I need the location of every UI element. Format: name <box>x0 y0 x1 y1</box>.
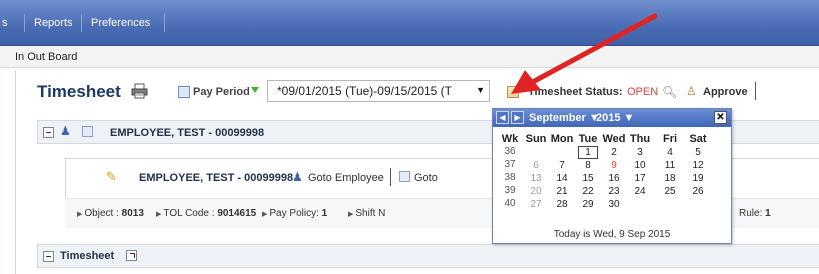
goto-schedule-link[interactable]: Goto Sc <box>414 172 438 184</box>
attribute-object: ▶ Object : 8013 <box>77 208 144 219</box>
calendar-day[interactable]: 21 <box>552 185 572 198</box>
calendar-day[interactable]: 25 <box>660 185 680 198</box>
attribute-tol-code: ▶ TOL Code : 9014615 <box>156 208 257 219</box>
previous-month-icon[interactable]: ◀ <box>496 111 509 124</box>
calendar-day[interactable]: 1 <box>578 146 598 159</box>
calendar-day[interactable]: 3 <box>630 146 650 159</box>
nav-separator <box>164 14 165 32</box>
approve-button[interactable]: Approve <box>703 86 748 98</box>
calendar-dow-wed: Wed <box>602 133 626 145</box>
calendar-day[interactable]: 20 <box>526 185 546 198</box>
sub-navigation-bar: In Out Board <box>0 46 819 68</box>
calendar-dow-thu: Thu <box>629 133 651 145</box>
pay-period-label: Pay Period <box>193 86 250 98</box>
calendar-day[interactable]: 27 <box>526 198 546 211</box>
nav-item-truncated[interactable]: s <box>2 17 8 29</box>
calendar-day[interactable]: 15 <box>578 172 598 185</box>
pay-period-select[interactable]: *09/01/2015 (Tue)-09/15/2015 (T ▼ <box>267 80 490 102</box>
calendar-dow-mon: Mon <box>550 133 574 145</box>
pencil-icon[interactable]: ✎ <box>106 169 117 185</box>
calendar-week-number: 36 <box>504 146 516 157</box>
close-icon[interactable]: ✕ <box>714 111 727 124</box>
timesheet-panel-heading: Timesheet <box>60 250 115 262</box>
chevron-down-icon: ▼ <box>476 85 485 95</box>
timesheet-panel-header <box>37 244 819 268</box>
calendar-week-number: 38 <box>504 172 516 183</box>
calendar-day[interactable]: 11 <box>660 159 680 172</box>
calendar-day[interactable]: 8 <box>578 159 598 172</box>
calendar-day[interactable]: 24 <box>630 185 650 198</box>
page-title: Timesheet <box>37 82 121 101</box>
subnav-in-out-board[interactable]: In Out Board <box>15 51 77 63</box>
calendar-today-footer[interactable]: Today is Wed, 9 Sep 2015 <box>493 229 731 240</box>
calendar-day[interactable]: 28 <box>552 198 572 211</box>
calendar-dow-tue: Tue <box>578 133 598 145</box>
pay-period-icon <box>178 86 190 98</box>
collapse-icon[interactable] <box>43 251 54 262</box>
calendar-week-header: Wk <box>501 133 519 145</box>
calendar-dow-fri: Fri <box>662 133 678 145</box>
calendar-day[interactable]: 17 <box>630 172 650 185</box>
attribute-pay-policy: ▶ Pay Policy: 1 <box>262 208 328 219</box>
calendar-dow-sun: Sun <box>525 133 547 145</box>
nav-item-reports[interactable]: Reports <box>34 17 73 29</box>
goto-schedule-icon[interactable] <box>399 171 410 182</box>
calendar-day[interactable]: 6 <box>526 159 546 172</box>
calendar-day[interactable]: 9 <box>604 159 624 172</box>
triangle-right-icon: ▶ <box>348 211 354 218</box>
next-month-icon[interactable]: ▶ <box>511 111 524 124</box>
goto-employee-link[interactable]: Goto Employee <box>308 172 384 184</box>
printer-icon[interactable] <box>131 83 148 99</box>
goto-employee-icon[interactable]: ♟ <box>292 170 303 184</box>
calendar-week-number: 37 <box>504 159 516 170</box>
calendar-week-number: 39 <box>504 185 516 196</box>
calendar-day[interactable]: 30 <box>604 198 624 211</box>
calendar-day[interactable]: 4 <box>660 146 680 159</box>
triangle-right-icon: ▶ <box>156 211 162 218</box>
calendar-day[interactable]: 22 <box>578 185 598 198</box>
attribute-shift: ▶ Shift N <box>348 208 386 219</box>
note-icon[interactable] <box>82 126 93 137</box>
pay-period-value: *09/01/2015 (Tue)-09/15/2015 (T <box>277 84 453 98</box>
employee-icon: ♟ <box>60 124 71 138</box>
toolbar-separator <box>755 82 756 100</box>
calendar-year-select[interactable]: 2015 ▼ <box>596 112 634 124</box>
employee-card-name: EMPLOYEE, TEST - 00099998 <box>139 172 294 184</box>
triangle-right-icon: ▶ <box>262 211 268 218</box>
calendar-day[interactable]: 13 <box>526 172 546 185</box>
calendar-day[interactable]: 18 <box>660 172 680 185</box>
employee-panel-heading: EMPLOYEE, TEST - 00099998 <box>110 127 265 139</box>
nav-separator <box>24 14 25 32</box>
nav-separator <box>81 14 82 32</box>
top-navigation-bar: s Reports Preferences <box>0 0 819 46</box>
calendar-day[interactable]: 26 <box>688 185 708 198</box>
calendar-day[interactable]: 29 <box>578 198 598 211</box>
calendar-month-select[interactable]: September ▼ <box>529 112 600 124</box>
attribute-rule: Rule: 1 <box>739 208 771 219</box>
calendar-day[interactable]: 23 <box>604 185 624 198</box>
nav-item-preferences[interactable]: Preferences <box>91 17 150 29</box>
calendar-day[interactable]: 2 <box>604 146 624 159</box>
collapse-icon[interactable] <box>43 127 54 138</box>
calendar-day[interactable]: 14 <box>552 172 572 185</box>
calendar-day[interactable]: 16 <box>604 172 624 185</box>
calendar-week-number: 40 <box>504 198 516 209</box>
calendar-header: ◀ ▶ September ▼ 2015 ▼ ✕ <box>493 109 731 127</box>
calendar-day[interactable]: 10 <box>630 159 650 172</box>
triangle-right-icon: ▶ <box>77 211 83 218</box>
pay-period-dropdown-caret-icon[interactable] <box>251 87 259 93</box>
calendar-day[interactable]: 19 <box>688 172 708 185</box>
content-left-border <box>15 70 16 274</box>
red-arrow-annotation <box>511 13 658 94</box>
link-separator <box>390 168 391 186</box>
approve-user-icon[interactable]: ♙ <box>686 84 697 98</box>
calendar-day[interactable]: 12 <box>688 159 708 172</box>
calendar-day[interactable]: 7 <box>552 159 572 172</box>
calendar-dow-sat: Sat <box>689 133 707 145</box>
calendar-day[interactable]: 5 <box>688 146 708 159</box>
calendar-popup: ◀ ▶ September ▼ 2015 ▼ ✕ Wk Sun Mon Tue Wed… <box>492 108 732 244</box>
popout-icon[interactable] <box>126 250 137 261</box>
